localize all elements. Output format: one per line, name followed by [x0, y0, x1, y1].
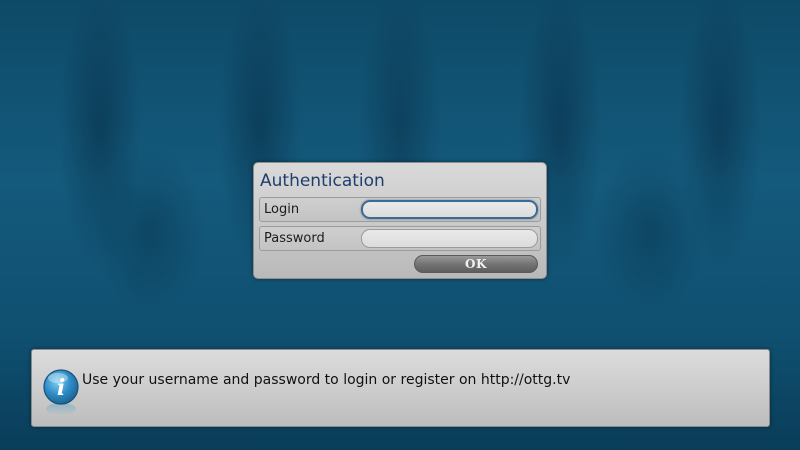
password-row: Password [259, 226, 541, 251]
login-row: Login [259, 197, 541, 222]
ok-button[interactable]: OK [414, 255, 538, 273]
login-input[interactable] [361, 200, 538, 219]
dialog-title: Authentication [260, 171, 385, 191]
authentication-dialog: Authentication Login Password OK [253, 162, 547, 279]
screen: Authentication Login Password OK i Use y… [0, 0, 800, 450]
info-message: Use your username and password to login … [82, 372, 571, 388]
login-label: Login [264, 202, 300, 217]
password-input[interactable] [361, 229, 538, 248]
info-icon: i [43, 369, 79, 415]
svg-text:i: i [57, 375, 65, 401]
info-bar: i Use your username and password to logi… [31, 349, 770, 427]
password-label: Password [264, 231, 325, 246]
